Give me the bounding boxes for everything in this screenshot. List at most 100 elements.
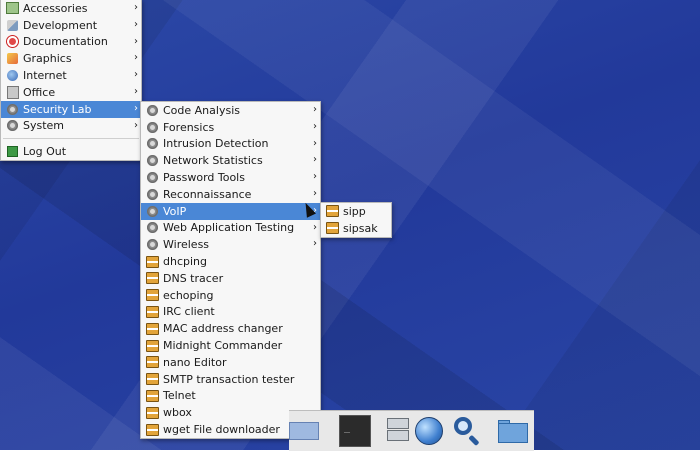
search-icon[interactable] — [451, 415, 483, 447]
menu-item-label: Wireless — [163, 238, 210, 252]
package-icon — [146, 272, 159, 285]
menu-item-label: Documentation — [23, 35, 108, 49]
package-icon — [146, 255, 159, 268]
menu-item-accessories[interactable]: Accessories › — [1, 0, 141, 17]
menu-item-mac-address-changer[interactable]: MAC address changer — [141, 320, 320, 337]
package-icon — [326, 205, 339, 218]
menu-item-label: Internet — [23, 69, 67, 83]
menu-item-midnight-commander[interactable]: Midnight Commander — [141, 337, 320, 354]
menu-item-echoping[interactable]: echoping — [141, 287, 320, 304]
menu-item-sipp[interactable]: sipp — [321, 203, 391, 220]
file-cabinet-icon[interactable] — [382, 415, 414, 447]
menu-item-office[interactable]: Office › — [1, 84, 141, 101]
menu-item-label: wget File downloader — [163, 423, 280, 437]
chevron-right-icon: › — [313, 120, 317, 132]
package-icon — [326, 222, 339, 235]
chevron-right-icon: › — [313, 238, 317, 250]
gear-icon — [146, 188, 159, 201]
desktop-icon-partial[interactable] — [289, 422, 319, 440]
package-icon — [146, 423, 159, 436]
menu-item-label: IRC client — [163, 305, 215, 319]
menu-item-label: dhcping — [163, 255, 207, 269]
chevron-right-icon: › — [313, 221, 317, 233]
menu-item-dhcping[interactable]: dhcping — [141, 253, 320, 270]
lens-shape — [454, 417, 472, 435]
launcher-panel — [289, 410, 534, 451]
internet-icon — [6, 69, 19, 82]
menu-item-label: DNS tracer — [163, 271, 224, 285]
system-icon — [6, 119, 19, 132]
menu-item-label: Code Analysis — [163, 103, 240, 117]
menu-item-label: Security Lab — [23, 102, 92, 116]
menu-item-label: Telnet — [163, 389, 196, 403]
handle-shape — [468, 434, 480, 447]
chevron-right-icon: › — [134, 102, 138, 114]
menu-item-label: Office — [23, 85, 56, 99]
menu-item-label: Midnight Commander — [163, 339, 283, 353]
security-lab-submenu: Code Analysis › Forensics › Intrusion De… — [140, 101, 321, 439]
menu-item-wireless[interactable]: Wireless › — [141, 236, 320, 253]
menu-item-label: wbox — [163, 406, 192, 420]
menu-item-label: Reconnaissance — [163, 187, 252, 201]
chevron-right-icon: › — [134, 85, 138, 97]
chevron-right-icon: › — [134, 2, 138, 13]
menu-item-log-out[interactable]: Log Out — [1, 143, 141, 160]
terminal-icon[interactable] — [339, 415, 371, 447]
chevron-right-icon: › — [313, 137, 317, 149]
menu-separator — [3, 138, 139, 140]
gear-icon — [6, 103, 19, 116]
gear-icon — [146, 154, 159, 167]
chevron-right-icon: › — [134, 18, 138, 30]
package-icon — [146, 289, 159, 302]
menu-item-intrusion-detection[interactable]: Intrusion Detection › — [141, 136, 320, 153]
menu-item-password-tools[interactable]: Password Tools › — [141, 169, 320, 186]
gear-icon — [146, 137, 159, 150]
menu-item-irc-client[interactable]: IRC client — [141, 304, 320, 321]
menu-item-telnet[interactable]: Telnet — [141, 388, 320, 405]
package-icon — [146, 322, 159, 335]
menu-item-label: Intrusion Detection — [163, 137, 269, 151]
package-icon — [146, 356, 159, 369]
menu-item-forensics[interactable]: Forensics › — [141, 119, 320, 136]
chevron-right-icon: › — [313, 187, 317, 199]
main-menu: Accessories › Development › Documentatio… — [0, 0, 142, 162]
menu-item-dns-tracer[interactable]: DNS tracer — [141, 270, 320, 287]
menu-item-label: nano Editor — [163, 355, 227, 369]
menu-item-label: Graphics — [23, 52, 72, 66]
menu-item-network-statistics[interactable]: Network Statistics › — [141, 152, 320, 169]
menu-item-security-lab[interactable]: Security Lab › — [1, 100, 141, 118]
menu-item-label: SMTP transaction tester — [163, 372, 295, 386]
menu-item-label: Accessories — [23, 1, 88, 15]
menu-item-graphics[interactable]: Graphics › — [1, 50, 141, 67]
menu-item-nano-editor[interactable]: nano Editor — [141, 354, 320, 371]
chevron-right-icon: › — [313, 104, 317, 115]
menu-item-label: Log Out — [23, 145, 67, 159]
menu-item-label: Network Statistics — [163, 154, 263, 168]
menu-item-documentation[interactable]: Documentation › — [1, 34, 141, 51]
menu-item-sipsak[interactable]: sipsak — [321, 220, 391, 237]
menu-item-label: sipsak — [343, 221, 378, 235]
chevron-right-icon: › — [313, 154, 317, 166]
folder-icon[interactable] — [497, 415, 529, 447]
gear-icon — [146, 221, 159, 234]
menu-item-label: echoping — [163, 288, 214, 302]
chevron-right-icon: › — [134, 35, 138, 47]
menu-item-label: VoIP — [163, 204, 187, 218]
menu-item-code-analysis[interactable]: Code Analysis › — [141, 102, 320, 119]
menu-item-label: sipp — [343, 204, 366, 218]
menu-item-reconnaissance[interactable]: Reconnaissance › — [141, 186, 320, 203]
package-icon — [146, 406, 159, 419]
menu-item-label: System — [23, 119, 65, 133]
menu-item-web-application-testing[interactable]: Web Application Testing › — [141, 220, 320, 237]
menu-item-smtp-transaction-tester[interactable]: SMTP transaction tester — [141, 371, 320, 388]
menu-item-system[interactable]: System › — [1, 118, 141, 135]
menu-item-development[interactable]: Development › — [1, 17, 141, 34]
chevron-right-icon: › — [313, 171, 317, 183]
gear-icon — [146, 238, 159, 251]
folder-body — [498, 423, 528, 443]
menu-item-voip[interactable]: VoIP › — [141, 202, 320, 220]
menu-item-internet[interactable]: Internet › — [1, 67, 141, 84]
chevron-right-icon: › — [134, 119, 138, 131]
web-browser-icon[interactable] — [413, 415, 445, 447]
menu-item-label: Password Tools — [163, 171, 245, 185]
